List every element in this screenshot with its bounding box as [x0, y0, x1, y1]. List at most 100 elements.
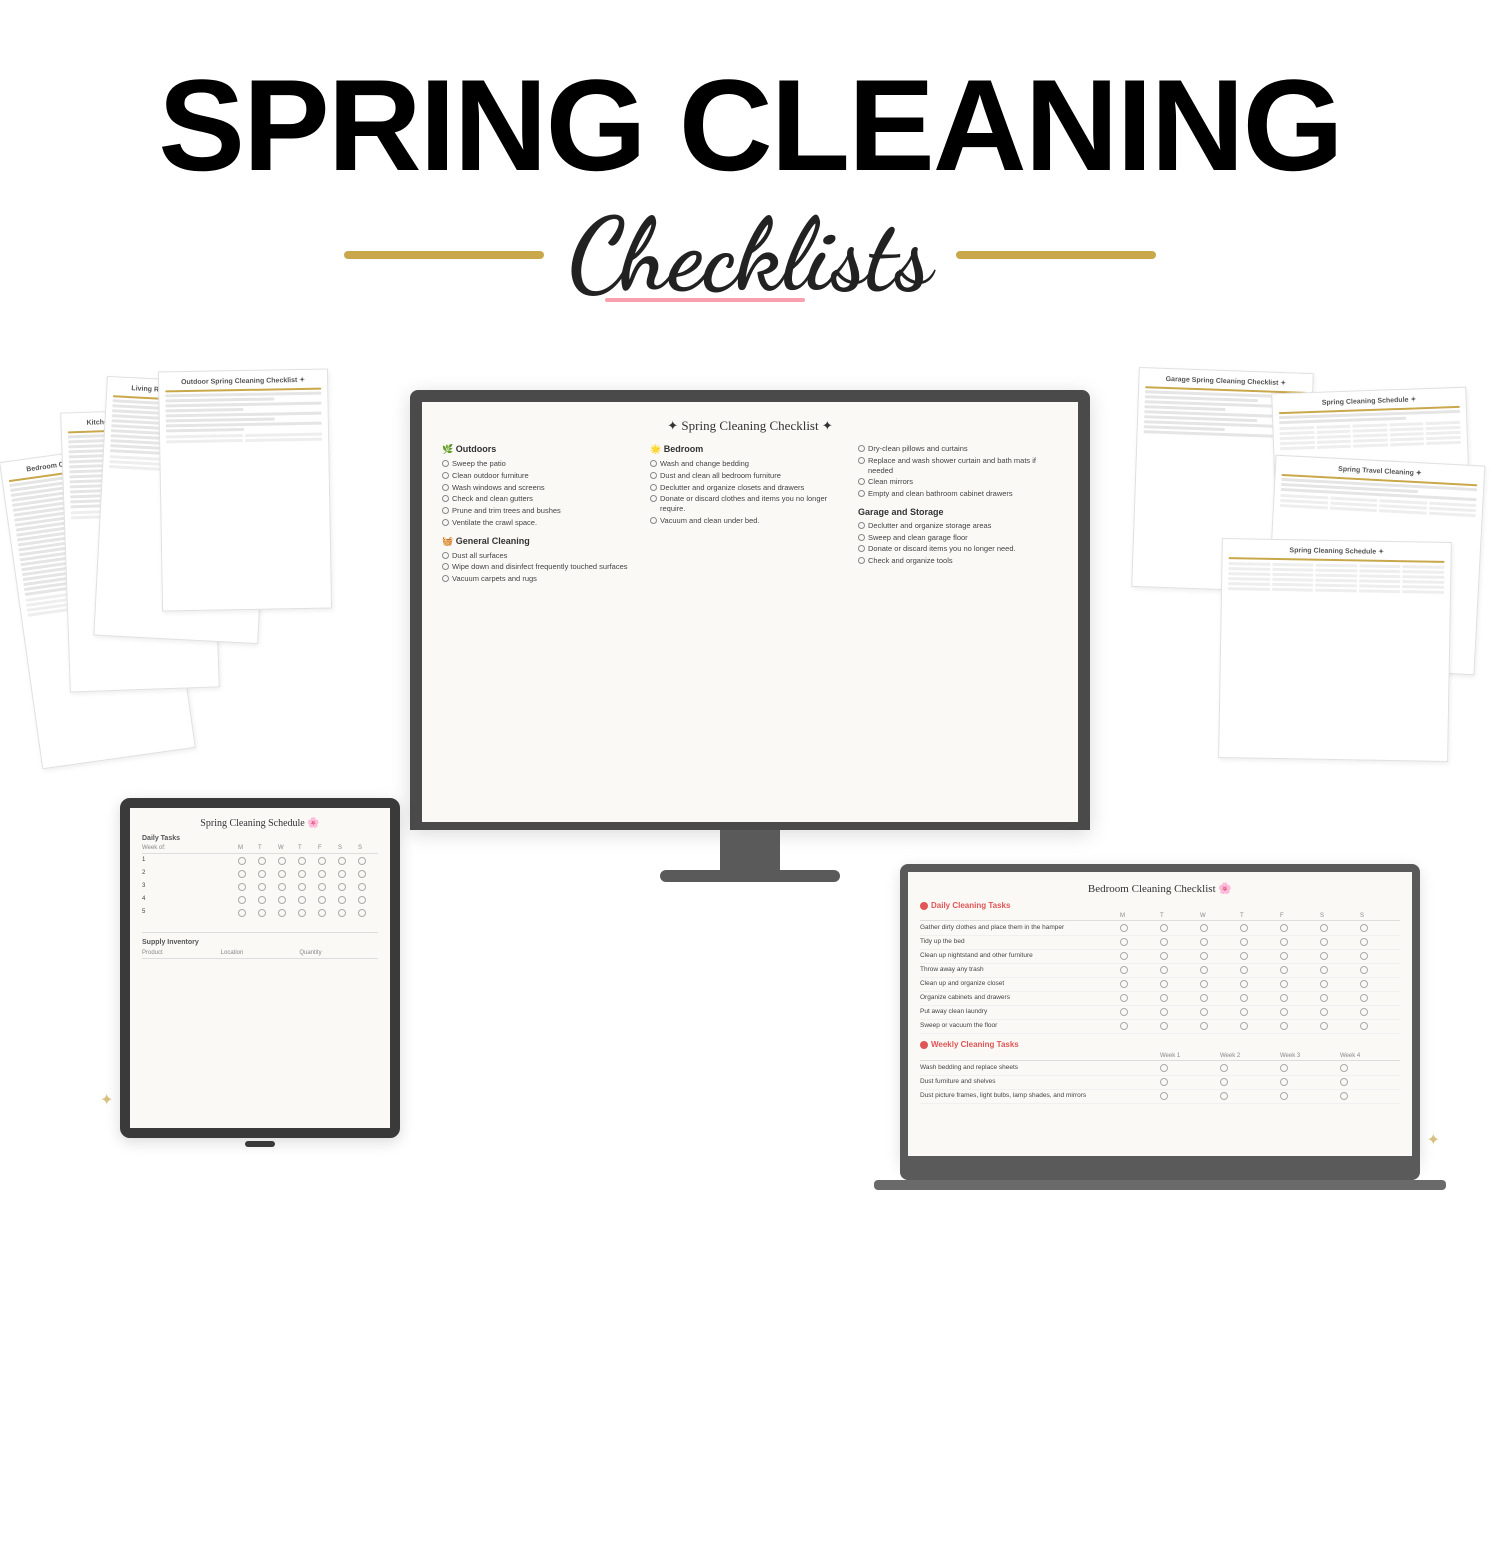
check-box [1120, 980, 1128, 988]
item-text: Clean mirrors [868, 477, 913, 487]
bedroom-checklist-title: Bedroom Cleaning Checklist 🌸 [920, 882, 1400, 895]
daily-row: Sweep or vacuum the floor [920, 1021, 1400, 1034]
tablet: Spring Cleaning Schedule 🌸 Daily Tasks W… [120, 798, 400, 1150]
col-task [920, 913, 1120, 919]
check-box [1160, 1064, 1168, 1072]
check-box [1120, 1022, 1128, 1030]
schedule-row: 2 [142, 869, 378, 881]
check-circle [650, 517, 657, 524]
daily-section-title: Daily Cleaning Tasks [920, 901, 1400, 910]
task-name: Dust furniture and shelves [920, 1078, 1160, 1088]
item-text: Donate or discard clothes and items you … [660, 494, 850, 514]
check-box [1240, 1022, 1248, 1030]
weekly-grid-header: Week 1 Week 2 Week 3 Week 4 [920, 1053, 1400, 1061]
item-text: Vacuum and clean under bed. [660, 516, 760, 526]
check-box [1340, 1064, 1348, 1072]
item-text: Dust and clean all bedroom furniture [660, 471, 781, 481]
check-box [238, 857, 246, 865]
task-name: Clean up nightstand and other furniture [920, 952, 1120, 962]
check-box [1320, 924, 1328, 932]
check-box [1200, 980, 1208, 988]
check-cell [358, 857, 378, 867]
title-row: Checklists [0, 200, 1500, 310]
schedule-row: 4 [142, 895, 378, 907]
laptop-screen: Bedroom Cleaning Checklist 🌸 Daily Clean… [900, 864, 1420, 1164]
checklist-col-2: 🌟 Bedroom Wash and change bedding Dust a… [650, 444, 850, 586]
laptop-base [900, 1164, 1420, 1180]
check-box [1240, 924, 1248, 932]
checklist-item: Clean mirrors [858, 477, 1058, 487]
weekly-section-title: Weekly Cleaning Tasks [920, 1040, 1400, 1049]
check-box [278, 870, 286, 878]
col-w1: Week 1 [1160, 1053, 1220, 1059]
background-papers-left: Bedroom Cleaning Checklist ✦ Kitchen Cle… [20, 370, 300, 770]
check-circle [858, 445, 865, 452]
row-label: 3 [142, 883, 238, 893]
laptop: Bedroom Cleaning Checklist 🌸 Daily Clean… [900, 864, 1420, 1190]
check-circle [858, 490, 865, 497]
check-cell [318, 857, 338, 867]
garage-section: Garage and Storage Declutter and organiz… [858, 507, 1058, 566]
row-label: 4 [142, 896, 238, 906]
sparkle-icon: ✦ [100, 1090, 113, 1110]
check-box [1360, 1008, 1368, 1016]
col-t2: T [1240, 913, 1280, 919]
header-section: SPRING CLEANING Checklists [0, 0, 1500, 330]
check-box [338, 896, 346, 904]
check-box [1200, 952, 1208, 960]
task-name: Gather dirty clothes and place them in t… [920, 924, 1120, 934]
general-section: 🧺 General Cleaning Dust all surfaces Wip… [442, 536, 642, 584]
check-box [338, 883, 346, 891]
check-box [1280, 1078, 1288, 1086]
check-circle [650, 484, 657, 491]
monitor-stand [720, 830, 780, 870]
daily-tasks-label: Daily Tasks [142, 835, 378, 842]
col-header-m: M [238, 845, 258, 851]
col-product: Product [142, 950, 221, 956]
check-box [278, 883, 286, 891]
task-name: Sweep or vacuum the floor [920, 1022, 1120, 1032]
task-name: Wash bedding and replace sheets [920, 1064, 1160, 1074]
checklist-item: Check and clean gutters [442, 494, 642, 504]
supply-label: Supply Inventory [142, 939, 378, 946]
item-text: Wash and change bedding [660, 459, 749, 469]
row-label: 1 [142, 857, 238, 867]
check-box [1340, 1092, 1348, 1100]
dot-icon [920, 1041, 928, 1049]
check-cell [258, 857, 278, 867]
check-cell [238, 857, 258, 867]
check-box [298, 870, 306, 878]
supply-section: Supply Inventory Product Location Quanti… [142, 932, 378, 989]
item-text: Dry-clean pillows and curtains [868, 444, 968, 454]
check-circle [858, 545, 865, 552]
checklist-item: Dust all surfaces [442, 551, 642, 561]
schedule-row: 5 [142, 908, 378, 920]
item-text: Replace and wash shower curtain and bath… [868, 456, 1058, 476]
check-box [258, 857, 266, 865]
weekly-row: Dust picture frames, light bulbs, lamp s… [920, 1091, 1400, 1104]
col-w: W [1200, 913, 1240, 919]
check-box [1280, 966, 1288, 974]
row-label: 5 [142, 909, 238, 919]
checklist-title: ✦ Spring Cleaning Checklist ✦ [442, 418, 1058, 434]
check-box [238, 896, 246, 904]
check-box [1220, 1092, 1228, 1100]
check-box [1160, 980, 1168, 988]
check-box [1240, 994, 1248, 1002]
paper-title: Spring Cleaning Schedule ✦ [1229, 545, 1445, 557]
weekly-row: Wash bedding and replace sheets [920, 1063, 1400, 1076]
checklist-item: Check and organize tools [858, 556, 1058, 566]
underline-decoration [605, 298, 805, 302]
checklist-item: Sweep the patio [442, 459, 642, 469]
check-box [258, 896, 266, 904]
daily-row: Gather dirty clothes and place them in t… [920, 923, 1400, 936]
dot-icon [920, 902, 928, 910]
tablet-screen: Spring Cleaning Schedule 🌸 Daily Tasks W… [120, 798, 400, 1138]
checklist-item: Prune and trim trees and bushes [442, 506, 642, 516]
col-header-s2: S [358, 845, 378, 851]
check-box [1160, 1092, 1168, 1100]
check-box [258, 909, 266, 917]
check-box [1160, 994, 1168, 1002]
check-box [318, 870, 326, 878]
monitor-base [660, 870, 840, 882]
